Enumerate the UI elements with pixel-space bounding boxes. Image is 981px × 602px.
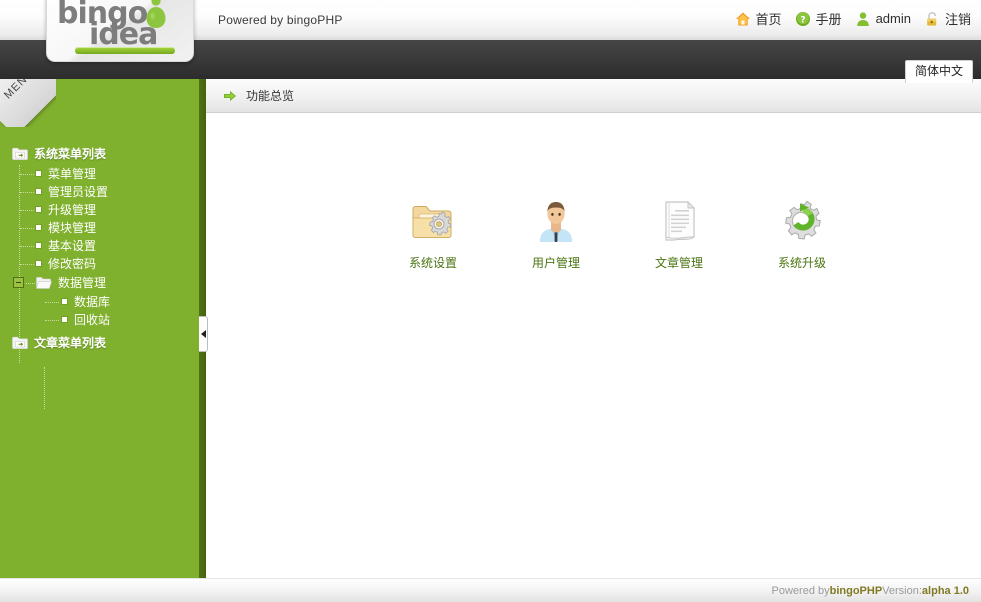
footer-brand: bingoPHP	[830, 585, 883, 597]
nav-label-home: 首页	[756, 9, 782, 28]
tree-connector	[45, 302, 59, 303]
sidebar-label: 数据库	[74, 293, 110, 310]
folder-open-icon	[36, 276, 52, 289]
tile-label: 系统升级	[778, 254, 826, 271]
footer-version: alpha 1.0	[922, 585, 969, 597]
bullet-icon	[36, 225, 41, 230]
footer-bar: Powered by bingoPHP Version: alpha 1.0	[0, 578, 981, 602]
tree-connector	[20, 210, 34, 211]
bullet-icon	[36, 189, 41, 194]
home-icon	[735, 11, 751, 27]
breadcrumb: 功能总览	[206, 79, 981, 113]
question-help-icon: ?	[795, 11, 811, 27]
tile-label: 系统设置	[409, 254, 457, 271]
sidebar-item-admin-settings[interactable]: 管理员设置	[0, 183, 199, 200]
main-content: 功能总览 系统设置	[206, 79, 981, 578]
tile-label: 用户管理	[532, 254, 580, 271]
sidebar-item-menu-management[interactable]: 菜单管理	[0, 165, 199, 182]
sidebar-item-database[interactable]: 数据库	[0, 293, 199, 310]
tree-connector	[20, 174, 34, 175]
logo[interactable]: bingo idea	[46, 0, 194, 62]
footer-prefix: Powered by	[772, 585, 830, 597]
nav-item-manual[interactable]: ? 手册	[795, 9, 842, 28]
sidebar-item-system-menu-list[interactable]: 系统菜单列表	[0, 145, 199, 162]
pear-icon	[144, 0, 168, 29]
sidebar-item-basic-settings[interactable]: 基本设置	[0, 237, 199, 254]
lock-logout-icon	[924, 11, 940, 27]
triangle-left-icon	[201, 330, 206, 338]
logo-underline	[75, 47, 175, 54]
sidebar-item-article-menu-list[interactable]: 文章菜单列表	[0, 334, 199, 351]
sidebar-item-change-password[interactable]: 修改密码	[0, 255, 199, 272]
sidebar-label: 基本设置	[48, 237, 96, 254]
sidebar-label: 管理员设置	[48, 183, 108, 200]
bullet-icon	[36, 243, 41, 248]
nav-label-manual: 手册	[816, 9, 842, 28]
sidebar-label: 系统菜单列表	[34, 145, 106, 162]
bullet-icon	[62, 299, 67, 304]
folder-arrow-icon	[12, 147, 28, 160]
sidebar-item-recycle-bin[interactable]: 回收站	[0, 311, 199, 328]
menu-ribbon-label: MENU	[2, 79, 36, 101]
bullet-icon	[36, 207, 41, 212]
tree-connector	[45, 320, 59, 321]
tree-connector	[20, 264, 34, 265]
sidebar-label: 菜单管理	[48, 165, 96, 182]
function-tile-grid: 系统设置 用户管理	[206, 197, 981, 271]
sidebar-item-upgrade-management[interactable]: 升级管理	[0, 201, 199, 218]
sidebar-label: 数据管理	[58, 274, 106, 291]
app-window: Powered by bingoPHP 首页 ? 手册 admin	[0, 0, 981, 602]
footer-middle: Version:	[882, 585, 922, 597]
sidebar-label: 升级管理	[48, 201, 96, 218]
tree-connector	[20, 228, 34, 229]
tile-label: 文章管理	[655, 254, 703, 271]
sidebar-label: 回收站	[74, 311, 110, 328]
document-icon	[655, 197, 703, 245]
tree-connector	[20, 192, 34, 193]
bullet-icon	[62, 317, 67, 322]
sidebar-collapse-handle[interactable]	[199, 316, 208, 352]
tree-connector	[26, 283, 35, 284]
tile-system-upgrade[interactable]: 系统升级	[771, 197, 833, 271]
svg-text:?: ?	[800, 15, 805, 25]
nav-item-home[interactable]: 首页	[735, 9, 782, 28]
bullet-icon	[36, 261, 41, 266]
tile-user-management[interactable]: 用户管理	[525, 197, 587, 271]
sidebar-label: 文章菜单列表	[34, 334, 106, 351]
menu-ribbon[interactable]: MENU	[0, 79, 56, 127]
arrow-right-icon	[223, 89, 237, 103]
tree-collapse-toggle[interactable]	[13, 277, 24, 288]
tree-connector-subtrunk	[44, 367, 45, 409]
sidebar-label: 修改密码	[48, 255, 96, 272]
nav-item-logout[interactable]: 注销	[924, 9, 971, 28]
header-nav: 首页 ? 手册 admin 注销	[735, 9, 971, 28]
powered-by-header: Powered by bingoPHP	[218, 13, 343, 27]
nav-label-logout: 注销	[945, 9, 971, 28]
folder-gear-icon	[409, 197, 457, 245]
nav-item-account[interactable]: admin	[855, 11, 911, 27]
sidebar-tree: 系统菜单列表 菜单管理 管理员设置 升级管理 模块管理	[0, 145, 199, 354]
folder-arrow-icon	[12, 336, 28, 349]
tile-article-management[interactable]: 文章管理	[648, 197, 710, 271]
nav-label-account: admin	[876, 11, 911, 26]
gear-refresh-icon	[778, 197, 826, 245]
tree-connector	[20, 246, 34, 247]
user-avatar-icon	[532, 197, 580, 245]
sidebar: MENU 系统菜单列表 菜单管理 管理员设置	[0, 79, 199, 578]
sidebar-item-module-management[interactable]: 模块管理	[0, 219, 199, 236]
sidebar-item-data-management[interactable]: 数据管理	[0, 274, 199, 291]
bullet-icon	[36, 171, 41, 176]
breadcrumb-label: 功能总览	[246, 87, 294, 104]
language-tab[interactable]: 简体中文	[905, 60, 973, 83]
sidebar-label: 模块管理	[48, 219, 96, 236]
user-icon	[855, 11, 871, 27]
tile-system-settings[interactable]: 系统设置	[402, 197, 464, 271]
